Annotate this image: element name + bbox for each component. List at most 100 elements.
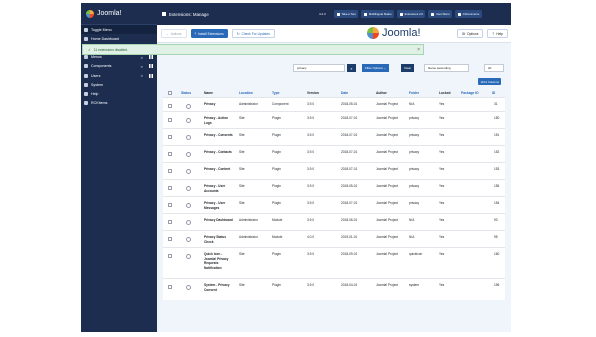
extension-type: Component (272, 102, 289, 106)
sidebar-item-home-dashboard[interactable]: Home Dashboard (81, 34, 157, 43)
status-toggle-icon[interactable] (186, 117, 191, 123)
columns-button[interactable]: 11/11 Columns (478, 78, 502, 85)
table-row[interactable]: Privacy Administrator Component 3.9.0 20… (163, 97, 505, 111)
header-author[interactable]: Author (376, 91, 387, 95)
check-updates-button[interactable]: ↻ Check For Updates (231, 29, 275, 38)
table-row[interactable]: Privacy Status Check Administrator Modul… (163, 230, 505, 247)
status-toggle-icon[interactable] (186, 236, 191, 242)
table-row[interactable]: Quick Icon - Joomla! Privacy Requests No… (163, 247, 505, 278)
status-toggle-icon[interactable] (186, 202, 191, 208)
extension-version: 3.9.0 (307, 201, 315, 205)
extension-name[interactable]: Privacy - User Messages (204, 201, 234, 210)
chevron-right-icon: > (140, 73, 143, 79)
search-button[interactable]: ⌕ (347, 64, 356, 72)
table-row[interactable]: Privacy Dashboard Administrator Module 3… (163, 213, 505, 230)
sidebar-item-components[interactable]: Components > (81, 62, 157, 71)
toggle-icon (84, 27, 88, 32)
extension-type: Plugin (272, 283, 281, 287)
header-folder[interactable]: Folder (409, 91, 419, 95)
row-checkbox[interactable] (168, 135, 172, 139)
header-package-id[interactable]: Package ID (461, 91, 479, 95)
row-checkbox[interactable] (168, 169, 172, 173)
extension-name[interactable]: Privacy (204, 102, 234, 107)
row-checkbox[interactable] (168, 237, 172, 241)
topbar-extensions-2-0-button[interactable]: Extensions 2.0 (397, 10, 426, 18)
row-checkbox[interactable] (168, 203, 172, 207)
header-id[interactable]: ID (492, 91, 495, 95)
extension-name[interactable]: Privacy - Contacts (204, 150, 234, 155)
table-row[interactable]: Privacy - User Accounts Site Plugin 3.9.… (163, 179, 505, 196)
status-toggle-icon[interactable] (186, 185, 191, 191)
table-row[interactable]: Privacy - Contacts Site Plugin 3.9.0 201… (163, 145, 505, 162)
status-toggle-icon[interactable] (186, 134, 191, 140)
status-toggle-icon[interactable] (186, 103, 191, 109)
select-all-checkbox[interactable] (168, 91, 172, 95)
help-button[interactable]: ? Help (487, 29, 508, 38)
sidebar-item-system[interactable]: System (81, 80, 157, 89)
close-icon[interactable]: × (417, 47, 420, 53)
row-checkbox[interactable] (168, 104, 172, 108)
topbar-j4commerce-button[interactable]: J4Commerce (455, 10, 482, 18)
topbar-user-menu-button[interactable]: User Menu (428, 10, 453, 18)
help-icon: ? (492, 31, 495, 36)
extension-location: Site (239, 167, 245, 171)
extension-name[interactable]: Privacy Dashboard (204, 218, 234, 223)
extension-name[interactable]: Privacy - Consents (204, 133, 234, 138)
row-checkbox[interactable] (168, 220, 172, 224)
table-row[interactable]: Privacy - Action Logs Site Plugin 3.9.0 … (163, 111, 505, 128)
dashboard-grid-icon[interactable] (149, 64, 153, 69)
dashboard-grid-icon[interactable] (149, 73, 153, 78)
actions-dropdown[interactable]: ⌄ Actions (161, 29, 187, 38)
extension-name[interactable]: Privacy Status Check (204, 235, 234, 244)
row-checkbox[interactable] (168, 152, 172, 156)
header-status[interactable]: Status (181, 91, 191, 95)
row-checkbox[interactable] (168, 254, 172, 258)
extension-author: Joomla! Project (376, 252, 398, 256)
status-toggle-icon[interactable] (186, 284, 191, 290)
status-toggle-icon[interactable] (186, 219, 191, 225)
status-toggle-icon[interactable] (186, 151, 191, 157)
sidebar-item-rckitems[interactable]: RCKItems (81, 99, 157, 108)
table-row[interactable]: Privacy - Content Site Plugin 3.9.0 2018… (163, 162, 505, 179)
topbar-multilingual-status-button[interactable]: Multilingual Status (361, 10, 395, 18)
dashboard-grid-icon[interactable] (149, 55, 153, 60)
header-date[interactable]: Date (341, 91, 348, 95)
filter-options-button[interactable]: Filter Options ⌄ (362, 64, 390, 72)
extension-id: 153 (494, 167, 500, 171)
row-checkbox[interactable] (168, 285, 172, 289)
extension-folder: N/A (409, 218, 415, 222)
clear-button[interactable]: Clear (401, 64, 415, 72)
extension-location: Site (239, 150, 245, 154)
extension-name[interactable]: Privacy - Action Logs (204, 116, 234, 125)
search-input[interactable]: privacy (293, 64, 345, 72)
sidebar-logo[interactable]: Joomla! (81, 3, 157, 25)
table-row[interactable]: Privacy - Consents Site Plugin 3.9.0 201… (163, 128, 505, 145)
header-name[interactable]: Name (204, 91, 213, 95)
row-checkbox[interactable] (168, 118, 172, 122)
system-icon (84, 82, 88, 87)
extension-name[interactable]: System - Privacy Consent (204, 283, 234, 292)
limit-select[interactable]: 20 (484, 64, 504, 72)
extension-name[interactable]: Privacy - Content (204, 167, 234, 172)
header-type[interactable]: Type (272, 91, 279, 95)
install-extensions-button[interactable]: ⤒ Install Extensions (190, 29, 228, 38)
header-version[interactable]: Version (307, 91, 319, 95)
header-locked[interactable]: Locked (439, 91, 451, 95)
table-row[interactable]: System - Privacy Consent Site Plugin 3.9… (163, 278, 505, 300)
header-location[interactable]: Location (239, 91, 253, 95)
status-toggle-icon[interactable] (186, 253, 191, 259)
sort-select[interactable]: Name ascending (424, 64, 469, 72)
sidebar-item-label: Home Dashboard (91, 36, 120, 41)
options-button[interactable]: ⚙ Options (457, 29, 484, 38)
topbar-take-a-tour-button[interactable]: Take a Tour (334, 10, 359, 18)
sidebar-item-users[interactable]: Users > (81, 71, 157, 80)
extension-name[interactable]: Privacy - User Accounts (204, 184, 234, 193)
row-checkbox[interactable] (168, 186, 172, 190)
extension-name[interactable]: Quick Icon - Joomla! Privacy Requests No… (204, 252, 234, 270)
alert-message: 11 extensions disabled. (93, 47, 128, 52)
table-row[interactable]: Privacy - User Messages Site Plugin 3.9.… (163, 196, 505, 213)
status-toggle-icon[interactable] (186, 168, 191, 174)
sidebar-item-help[interactable]: Help (81, 89, 157, 98)
top-bar: Extensions: Manage 4.2.3 Take a Tour Mult… (157, 3, 511, 25)
sidebar-item-toggle-menu[interactable]: Toggle Menu (81, 25, 157, 35)
